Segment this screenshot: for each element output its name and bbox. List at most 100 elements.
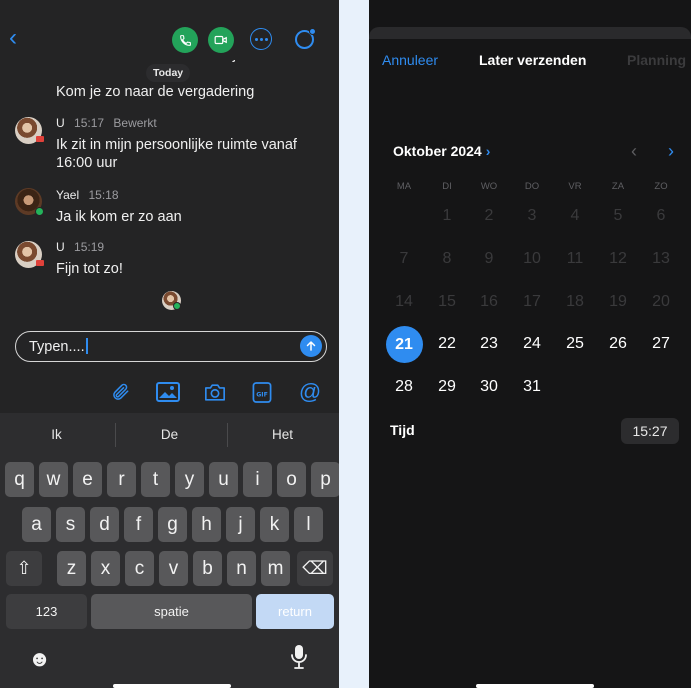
chat-header: ‹	[0, 0, 339, 60]
suggestion-item[interactable]: Het	[226, 427, 339, 442]
calendar-day[interactable]: 24	[517, 329, 547, 359]
weekday-label: ZO	[654, 181, 668, 192]
sender-name: U	[56, 240, 65, 254]
calendar-day: 10	[523, 250, 541, 267]
schedule-screen: Annuleer Later verzenden Planning Oktobe…	[369, 0, 691, 688]
space-key[interactable]: spatie	[91, 594, 252, 629]
calendar-day: 12	[609, 250, 627, 267]
keyboard: Ik De Het qwertyuiop asdfghjkl zxcvbnm ⇧…	[0, 413, 339, 688]
key-l[interactable]: l	[294, 507, 323, 542]
key-e[interactable]: e	[73, 462, 102, 497]
home-indicator	[113, 684, 231, 688]
calendar-day[interactable]: 28	[389, 372, 419, 402]
calendar-day[interactable]: 27	[646, 329, 676, 359]
calendar-day: 11	[566, 250, 584, 267]
calendar-day: 5	[613, 207, 623, 224]
key-m[interactable]: m	[261, 551, 290, 586]
backspace-key[interactable]: ⌫	[297, 551, 333, 586]
calendar-day[interactable]: 26	[603, 329, 633, 359]
presence-ring-icon[interactable]	[295, 28, 316, 49]
next-month-icon[interactable]: ›	[668, 141, 674, 162]
key-p[interactable]: p	[311, 462, 339, 497]
key-r[interactable]: r	[107, 462, 136, 497]
camera-icon[interactable]	[203, 380, 227, 404]
key-q[interactable]: q	[5, 462, 34, 497]
key-z[interactable]: z	[57, 551, 86, 586]
calendar-day: 14	[395, 293, 413, 310]
key-n[interactable]: n	[227, 551, 256, 586]
sheet-handle-area	[369, 27, 691, 39]
calendar-day: 15	[438, 293, 456, 310]
gif-icon[interactable]: GIF	[251, 380, 273, 404]
weekday-label: WO	[480, 181, 498, 192]
weekday-label: DO	[524, 181, 540, 192]
calendar-day-selected[interactable]: 21	[385, 325, 423, 363]
ellipsis-icon[interactable]	[250, 28, 272, 50]
key-a[interactable]: a	[22, 507, 51, 542]
key-t[interactable]: t	[141, 462, 170, 497]
calendar-day: 4	[570, 207, 580, 224]
shift-key[interactable]: ⇧	[6, 551, 42, 586]
calendar-day: 8	[442, 250, 452, 267]
key-i[interactable]: i	[243, 462, 272, 497]
previous-month-icon[interactable]: ‹	[631, 141, 637, 162]
message-line: Ik zit in mijn persoonlijke ruimte vanaf	[56, 137, 297, 153]
key-y[interactable]: y	[175, 462, 204, 497]
calendar-day[interactable]: 23	[474, 329, 504, 359]
key-b[interactable]: b	[193, 551, 222, 586]
key-w[interactable]: w	[39, 462, 68, 497]
calendar-day[interactable]: 29	[432, 372, 462, 402]
online-status-icon	[35, 207, 44, 216]
key-k[interactable]: k	[260, 507, 289, 542]
weekday-label: VR	[568, 181, 582, 192]
calendar-day: 2	[484, 207, 494, 224]
svg-text:GIF: GIF	[256, 391, 268, 398]
paperclip-icon[interactable]	[110, 380, 132, 404]
video-icon[interactable]	[208, 27, 234, 53]
microphone-icon[interactable]	[290, 644, 308, 670]
key-c[interactable]: c	[125, 551, 154, 586]
emoji-icon[interactable]: ☻	[28, 646, 51, 672]
weekday-label: DI	[442, 181, 452, 192]
calendar-day[interactable]: 22	[432, 329, 462, 359]
calendar-day: 18	[566, 293, 584, 310]
numbers-key[interactable]: 123	[6, 594, 87, 629]
key-f[interactable]: f	[124, 507, 153, 542]
message-meta: Yael 15:18	[56, 188, 119, 202]
key-h[interactable]: h	[192, 507, 221, 542]
month-selector[interactable]: Oktober 2024 ›	[393, 143, 490, 159]
arrow-up-icon[interactable]	[300, 335, 322, 357]
key-o[interactable]: o	[277, 462, 306, 497]
planning-button[interactable]: Planning	[627, 52, 686, 68]
time-picker[interactable]: 15:27	[621, 418, 679, 444]
suggestion-item[interactable]: De	[113, 427, 226, 442]
calendar-day: 17	[523, 293, 541, 310]
key-x[interactable]: x	[91, 551, 120, 586]
return-key[interactable]: return	[256, 594, 334, 629]
calendar-day[interactable]: 30	[474, 372, 504, 402]
calendar-day[interactable]: 31	[517, 372, 547, 402]
key-j[interactable]: j	[226, 507, 255, 542]
home-indicator	[476, 684, 594, 688]
image-icon[interactable]	[155, 380, 181, 404]
month-label: Oktober 2024	[393, 143, 482, 159]
key-u[interactable]: u	[209, 462, 238, 497]
key-d[interactable]: d	[90, 507, 119, 542]
chevron-left-icon[interactable]: ‹	[9, 26, 17, 50]
chat-screen: Even wat voorbeeldberichtjes ‹ Today Kom…	[0, 0, 339, 688]
cancel-button[interactable]: Annuleer	[382, 52, 438, 68]
phone-icon[interactable]	[172, 27, 198, 53]
time-label: Tijd	[390, 422, 415, 438]
calendar-day[interactable]: 25	[560, 329, 590, 359]
key-g[interactable]: g	[158, 507, 187, 542]
message-text: Ik zit in mijn persoonlijke ruimte vanaf…	[56, 136, 326, 172]
message-time: 15:17	[74, 116, 105, 130]
key-s[interactable]: s	[56, 507, 85, 542]
message-input-text[interactable]: Typen....	[29, 338, 88, 355]
message-time: 15:19	[74, 240, 105, 254]
message-input[interactable]: Typen....	[15, 331, 327, 362]
key-v[interactable]: v	[159, 551, 188, 586]
suggestion-item[interactable]: Ik	[0, 427, 113, 442]
text-caret	[85, 338, 88, 354]
at-icon[interactable]: @	[298, 379, 322, 404]
